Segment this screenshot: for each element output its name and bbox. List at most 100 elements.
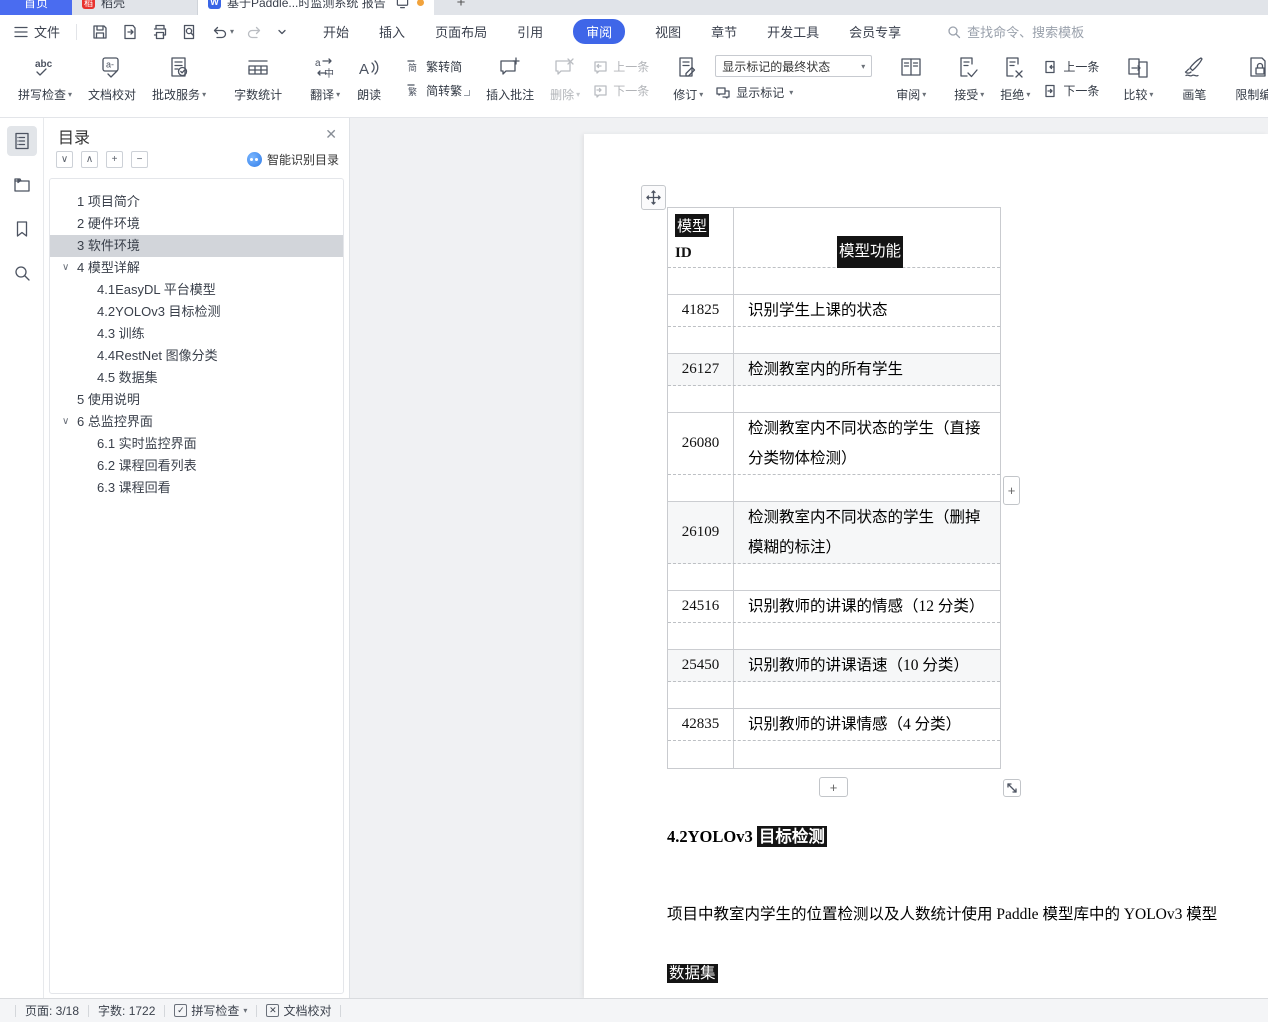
collapse-all-button[interactable]: ∧ xyxy=(81,151,98,168)
close-icon[interactable]: ✕ xyxy=(325,126,337,143)
rail-chapter-button[interactable] xyxy=(7,170,37,200)
save-icon[interactable] xyxy=(91,23,109,41)
add-column-button[interactable]: + xyxy=(1003,476,1020,505)
print-icon[interactable] xyxy=(151,23,169,41)
tab-docer[interactable]: 稻 稻壳 xyxy=(72,0,198,15)
eye-protect-icon[interactable] xyxy=(396,0,409,9)
table-row[interactable]: 24516 识别教师的讲课的情感（12 分类） xyxy=(668,591,1000,623)
toc-item-label: 1 项目简介 xyxy=(77,194,140,209)
toc-item[interactable]: 6.3 课程回看 xyxy=(50,477,343,499)
command-search[interactable]: 查找命令、搜索模板 xyxy=(947,22,1084,41)
statusbar-spell-check[interactable]: ✓ 拼写检查 ▾ xyxy=(174,1002,247,1019)
translate-button[interactable]: a中 翻译 ▾ xyxy=(310,55,340,103)
statusbar-doc-proof[interactable]: ✕ 文档校对 xyxy=(266,1002,331,1019)
chevron-down-icon[interactable]: ∨ xyxy=(62,411,69,433)
toc-item[interactable]: 1 项目简介 xyxy=(50,191,343,213)
prev-change-button[interactable]: 上一条 xyxy=(1042,58,1099,75)
model-function-cell: 检测教室内不同状态的学生（直接分类物体检测） xyxy=(734,413,1000,474)
toc-item[interactable]: 3 软件环境 xyxy=(50,235,343,257)
toc-item[interactable]: 6.2 课程回看列表 xyxy=(50,455,343,477)
model-function-cell: 识别教师的讲课语速（10 分类） xyxy=(734,650,1000,681)
toc-item[interactable]: 4.5 数据集 xyxy=(50,367,343,389)
insert-comment-button[interactable]: 插入批注 xyxy=(486,55,534,103)
trad-to-simp-label: 繁转简 xyxy=(426,60,463,74)
table-row[interactable]: 42835 识别教师的讲课情感（4 分类） xyxy=(668,709,1000,741)
rail-bookmark-button[interactable] xyxy=(7,214,37,244)
prev-comment-button[interactable]: 上一条 xyxy=(592,58,649,75)
toc-item[interactable]: 4.3 训练 xyxy=(50,323,343,345)
menu-item-member[interactable]: 会员专享 xyxy=(849,22,901,41)
toc-item[interactable]: 5 使用说明 xyxy=(50,389,343,411)
preview-icon[interactable] xyxy=(181,23,199,41)
menu-item-review[interactable]: 审阅 xyxy=(573,19,626,44)
brush-button[interactable]: 画笔 xyxy=(1181,55,1207,103)
expand-all-button[interactable]: ∨ xyxy=(56,151,73,168)
menu-item-section[interactable]: 章节 xyxy=(711,22,737,41)
menu-item-insert[interactable]: 插入 xyxy=(379,22,405,41)
menu-item-references[interactable]: 引用 xyxy=(517,22,543,41)
restrict-edit-button[interactable]: 限制编辑 xyxy=(1235,55,1268,103)
table-move-handle[interactable] xyxy=(641,185,666,210)
statusbar-doc-proof-label: 文档校对 xyxy=(283,1004,332,1018)
review-pane-button[interactable]: 审阅 ▾ xyxy=(896,55,926,103)
word-count-button[interactable]: 字数统计 xyxy=(234,55,282,103)
simp-to-trad-button[interactable]: 繁 简转繁 xyxy=(406,82,462,99)
grading-service-button[interactable]: 批改服务 ▾ xyxy=(152,55,206,103)
toc-item[interactable]: 4.1EasyDL 平台模型 xyxy=(50,279,343,301)
redo-icon[interactable] xyxy=(246,24,263,40)
tab-document[interactable]: W 基于Paddle...时监测系统 报告 xyxy=(198,0,434,15)
collapse-ribbon-icon[interactable] xyxy=(275,26,289,38)
toc-item[interactable]: 4.2YOLOv3 目标检测 xyxy=(50,301,343,323)
show-markup-button[interactable]: 显示标记 ▾ xyxy=(715,84,872,101)
next-change-button[interactable]: 下一条 xyxy=(1042,82,1099,99)
delete-comment-button[interactable]: 删除 ▾ xyxy=(550,55,580,103)
spell-check-button[interactable]: abc 拼写检查 ▾ xyxy=(18,55,72,103)
menu-item-view[interactable]: 视图 xyxy=(655,22,681,41)
restrict-edit-icon xyxy=(1250,57,1267,77)
table-row[interactable]: 26109 检测教室内不同状态的学生（删掉模糊的标注） xyxy=(668,502,1000,564)
reject-icon xyxy=(1006,57,1023,78)
next-comment-button[interactable]: 下一条 xyxy=(592,82,649,99)
side-rail xyxy=(0,118,44,998)
export-icon[interactable] xyxy=(121,23,139,41)
dialog-launcher-icon[interactable] xyxy=(464,90,471,96)
reject-button[interactable]: 拒绝 ▾ xyxy=(1000,55,1030,103)
new-tab-button[interactable]: + xyxy=(446,0,476,15)
accept-button[interactable]: 接受 ▾ xyxy=(954,55,984,103)
table-row[interactable]: 26080 检测教室内不同状态的学生（直接分类物体检测） xyxy=(668,413,1000,475)
read-aloud-button[interactable]: A 朗读 xyxy=(356,55,382,103)
rail-outline-button[interactable] xyxy=(6,126,37,156)
model-id-cell: 24516 xyxy=(668,591,734,622)
model-table[interactable]: 模型 ID 模型功能 41825 识别学生上课的状态 26127 检测教室内的所有学生… xyxy=(667,207,1001,769)
track-changes-button[interactable]: 修订 ▾ xyxy=(673,55,703,103)
toc-item-label: 3 软件环境 xyxy=(77,238,140,253)
document-canvas[interactable]: 模型 ID 模型功能 41825 识别学生上课的状态 26127 检测教室内的所有学生… xyxy=(350,118,1268,998)
zoom-in-button[interactable]: + xyxy=(106,151,123,168)
table-row[interactable]: 41825 识别学生上课的状态 xyxy=(668,295,1000,327)
toc-item[interactable]: ∨ 4 模型详解 xyxy=(50,257,343,279)
toc-item[interactable]: 6.1 实时监控界面 xyxy=(50,433,343,455)
add-row-button[interactable]: + xyxy=(819,777,848,797)
zoom-out-button[interactable]: − xyxy=(131,151,148,168)
table-resize-handle[interactable] xyxy=(1003,779,1021,797)
doc-proof-button[interactable]: a- 文档校对 xyxy=(88,55,136,103)
menu-item-dev-tools[interactable]: 开发工具 xyxy=(767,22,819,41)
toc-item[interactable]: ∨ 6 总监控界面 xyxy=(50,411,343,433)
toc-item[interactable]: 4.4RestNet 图像分类 xyxy=(50,345,343,367)
compare-button[interactable]: 比较 ▾ xyxy=(1123,55,1153,103)
table-row[interactable]: 25450 识别教师的讲课语速（10 分类） xyxy=(668,650,1000,682)
trad-to-simp-button[interactable]: 简 繁转简 xyxy=(406,58,462,75)
menu-item-start[interactable]: 开始 xyxy=(323,22,349,41)
undo-button[interactable]: ▾ xyxy=(211,24,234,40)
tab-home[interactable]: 首页 xyxy=(0,0,72,15)
smart-toc-button[interactable]: 智能识别目录 xyxy=(246,151,339,168)
rail-search-button[interactable] xyxy=(7,258,37,288)
toc-item[interactable]: 2 硬件环境 xyxy=(50,213,343,235)
file-menu-button[interactable]: 文件 xyxy=(0,22,72,41)
chevron-down-icon[interactable]: ∨ xyxy=(62,257,69,279)
read-aloud-icon: A xyxy=(359,60,379,78)
document-page[interactable]: 模型 ID 模型功能 41825 识别学生上课的状态 26127 检测教室内的所有学生… xyxy=(584,134,1268,998)
markup-state-dropdown[interactable]: 显示标记的最终状态 ▾ xyxy=(715,55,873,77)
menu-item-page-layout[interactable]: 页面布局 xyxy=(435,22,487,41)
table-row[interactable]: 26127 检测教室内的所有学生 xyxy=(668,354,1000,386)
